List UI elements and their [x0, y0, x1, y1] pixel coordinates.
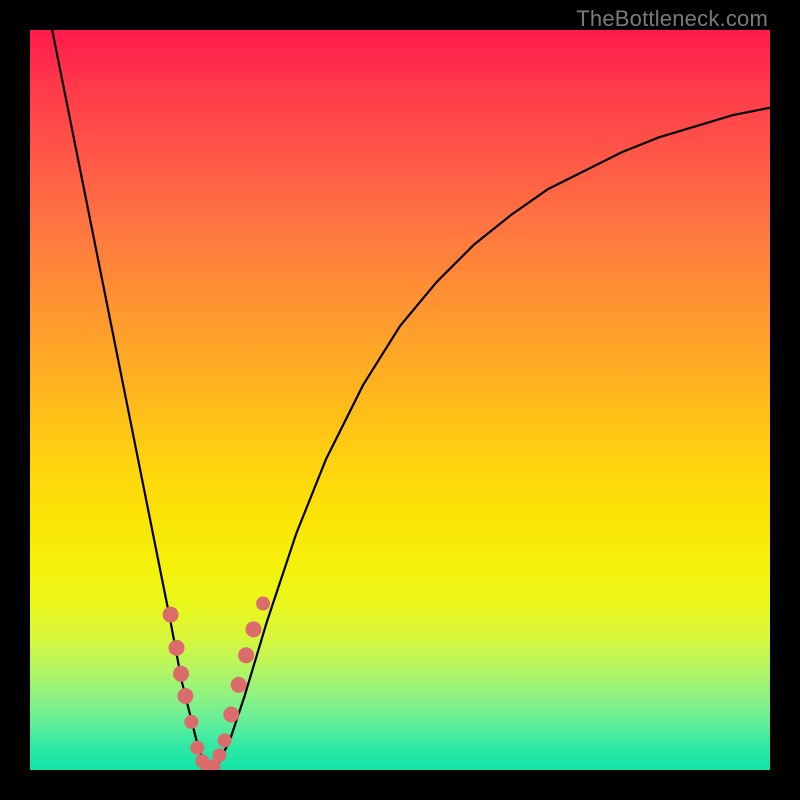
- markers-group: [163, 597, 271, 771]
- data-point-marker: [245, 621, 261, 637]
- data-point-marker: [212, 748, 226, 762]
- data-point-marker: [238, 647, 254, 663]
- watermark-label: TheBottleneck.com: [576, 6, 768, 32]
- data-point-marker: [231, 677, 247, 693]
- data-point-marker: [177, 688, 193, 704]
- data-point-marker: [223, 707, 239, 723]
- data-point-marker: [173, 666, 189, 682]
- data-point-marker: [218, 733, 232, 747]
- data-point-marker: [256, 597, 270, 611]
- bottleneck-curve: [52, 30, 770, 770]
- data-point-marker: [169, 640, 185, 656]
- data-point-marker: [184, 715, 198, 729]
- chart-frame: TheBottleneck.com: [0, 0, 800, 800]
- data-point-marker: [163, 607, 179, 623]
- data-point-marker: [190, 741, 204, 755]
- chart-svg: [30, 30, 770, 770]
- plot-area: [30, 30, 770, 770]
